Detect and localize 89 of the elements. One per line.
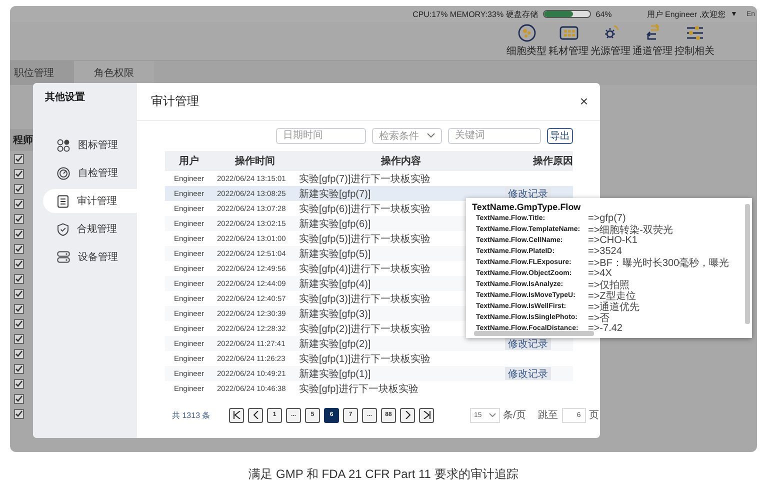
sidebar-item[interactable]: 合规管理 [43,217,137,241]
first-page-icon [232,411,240,420]
checkbox[interactable] [14,198,24,208]
chevron-down-icon [489,413,496,418]
content-cell-text: 新建实验[gfp(2)] [298,338,372,351]
content-cell-text: 实验[gfp(7)]进行下一块板实验 [298,172,432,186]
checkbox[interactable] [14,244,24,254]
column-header: 程师 [10,129,33,151]
sliders-icon [684,24,704,42]
close-button[interactable]: × [580,93,588,110]
column-header: 用户 [178,154,200,168]
disk-reading: 64% [596,10,612,18]
system-status: CPU:17% MEMORY:33% 硬盘存储 [412,8,538,20]
edit-record-button[interactable]: 修改记录 [505,367,551,380]
toolbar-button[interactable]: 控制相关 [674,24,715,58]
checkbox[interactable] [14,318,24,328]
checkbox[interactable] [14,288,24,298]
chevron-right-icon [404,411,412,420]
column-header: 操作时间 [234,154,276,168]
next-page-button[interactable] [400,408,415,423]
first-page-button[interactable] [229,408,244,423]
checkbox[interactable] [14,184,24,194]
user-greeting: 用户 Engineer ,欢迎您 [646,8,726,20]
total-count: 共 1313 条 [172,410,212,421]
field-value: =>仅拍照 [588,278,630,290]
plate-icon [558,24,578,42]
date-field[interactable]: 日期时间 [276,128,366,144]
field-value: =>CHO-K1 [588,235,638,246]
list-icon [57,194,69,208]
column-header: 操作原因 [532,154,573,168]
previous-page-button[interactable] [248,408,263,423]
tooltip-title: TextName.GmpType.Flow [472,202,582,212]
checkbox[interactable] [14,258,24,268]
field-value: =>-7.42 [588,323,622,334]
field-value: =>4X [588,268,612,279]
sidebar-item[interactable]: 自检管理 [43,161,137,185]
server-icon [57,251,70,263]
sidebar-item[interactable]: 设备管理 [43,245,137,269]
dialog-title: 审计管理 [151,92,199,110]
checkbox[interactable] [14,228,24,238]
checkbox[interactable] [14,274,24,284]
checkbox[interactable] [14,304,24,314]
grid-icon [57,138,70,152]
sidebar-title: 其他设置 [44,90,86,105]
checkbox[interactable] [14,348,24,358]
vertical-scrollbar[interactable] [745,204,750,324]
field-value: =>Z型走位 [588,290,636,302]
jump-label: 跳至 [538,408,558,422]
checkbox[interactable] [14,168,24,178]
checkbox[interactable] [14,154,24,164]
content-cell-text: 实验[gfp]进行下一块板实验 [298,382,420,396]
column-header: 操作内容 [380,154,422,168]
field-value: =>通道优先 [588,300,640,313]
toolbar-button[interactable]: 通道管理 [632,24,673,58]
keyword-field[interactable]: 关键词 [448,128,541,144]
last-page-icon [422,411,430,420]
content-cell-text: 实验[gfp(1)]进行下一块板实验 [298,352,432,366]
checkbox[interactable] [14,214,24,224]
shield-icon [57,222,69,236]
horizontal-scrollbar[interactable] [474,331,594,336]
checkbox[interactable] [14,334,24,344]
content-cell-text: 新建实验[gfp(1)] [298,368,372,381]
tab[interactable]: 职位管理 [10,61,74,85]
chevron-left-icon [252,411,260,420]
gauge-icon [57,166,70,180]
sidebar-item[interactable]: 图标管理 [43,133,137,157]
caption: 满足 GMP 和 FDA 21 CFR Part 11 要求的审计追踪 [248,466,520,483]
field-value: =>BF：曝光时长300毫秒，曝光 [588,256,730,269]
toolbar-button[interactable]: 细胞类型 [506,24,547,58]
sidebar-item[interactable]: 审计管理 [43,189,137,213]
field-value: =>否 [588,312,610,324]
page-unit-label: 页 [588,409,599,422]
last-page-button[interactable] [419,408,434,423]
edit-record-button[interactable]: 修改记录 [505,337,551,350]
tab[interactable]: 角色权限 [74,61,154,85]
checkbox[interactable] [14,364,24,374]
toolbar-button[interactable]: 光源管理 [590,24,631,58]
field-value: =>3524 [588,246,622,257]
field-value: =>gfp(7) [588,213,626,224]
field-value: =>细胞转染-双荧光 [588,223,674,236]
checkbox[interactable] [14,378,24,388]
per-page-label: 条/页 [503,409,526,422]
content-cell-text: 新建实验[gfp(7)] [298,188,372,201]
checkbox[interactable] [14,394,24,404]
chevron-down-icon [427,133,435,138]
export-button[interactable]: 导出 [547,128,573,144]
cell-icon [518,24,536,42]
toolbar-button[interactable]: 耗材管理 [548,24,589,58]
checkbox[interactable] [14,408,24,418]
